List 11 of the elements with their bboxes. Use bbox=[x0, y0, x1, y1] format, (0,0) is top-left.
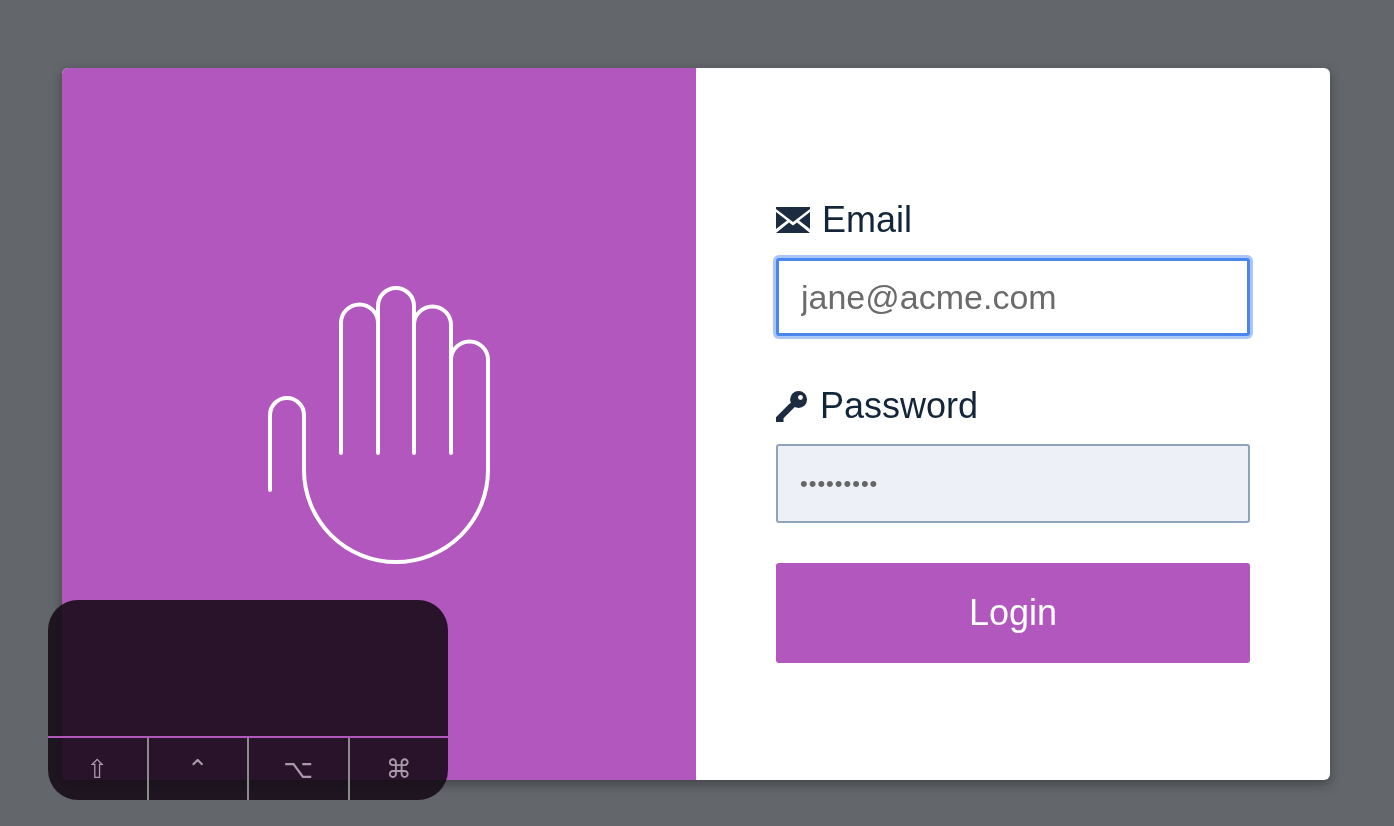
modifier-key[interactable]: ⌘ bbox=[347, 738, 448, 800]
envelope-icon bbox=[776, 207, 810, 233]
login-button[interactable]: Login bbox=[776, 563, 1250, 663]
modifier-key[interactable]: ⌃ bbox=[146, 738, 247, 800]
password-field[interactable]: ••••••••• bbox=[776, 444, 1250, 523]
modifier-key[interactable]: ⇧ bbox=[48, 738, 147, 800]
password-label: Password bbox=[820, 385, 979, 427]
modifier-key[interactable]: ⌥ bbox=[247, 738, 348, 800]
key-icon bbox=[776, 390, 808, 422]
email-label: Email bbox=[822, 199, 913, 241]
hand-icon bbox=[266, 284, 492, 564]
